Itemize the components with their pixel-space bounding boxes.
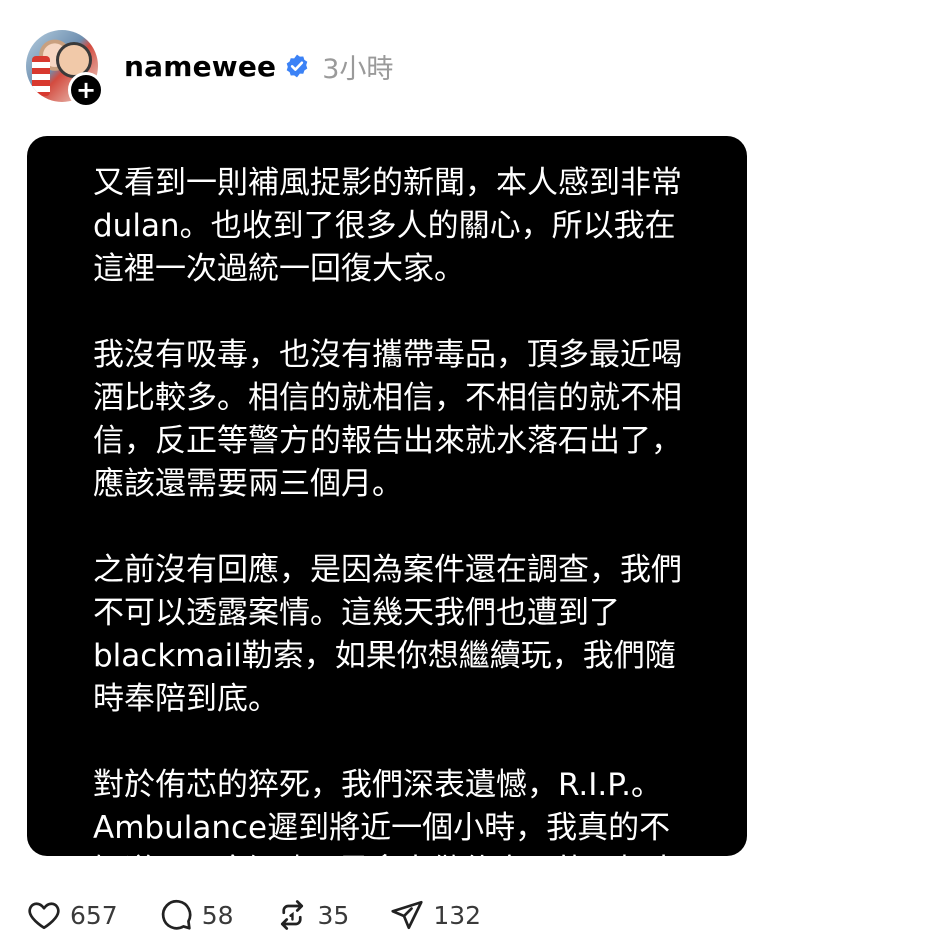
share-count: 132	[433, 900, 482, 930]
verified-badge-icon	[286, 54, 308, 78]
post-text-block: 又看到一則補風捉影的新聞，本人感到非常 dulan。也收到了很多人的關心，所以我…	[93, 162, 713, 936]
send-icon	[391, 900, 423, 930]
heart-icon	[28, 902, 60, 930]
post-image-card[interactable]: 又看到一則補風捉影的新聞，本人感到非常 dulan。也收到了很多人的關心，所以我…	[27, 136, 747, 932]
post-paragraph-2: 我沒有吸毒，也沒有攜帶毒品，頂多最近喝 酒比較多。相信的就相信，不相信的就不相 …	[93, 337, 682, 502]
like-button[interactable]: 657	[26, 897, 118, 933]
comment-count: 58	[201, 900, 234, 930]
avatar[interactable]: +	[26, 30, 104, 108]
username[interactable]: namewee	[124, 50, 276, 83]
post-action-bar: 657 58 35 132	[26, 893, 521, 937]
post-paragraph-1: 又看到一則補風捉影的新聞，本人感到非常 dulan。也收到了很多人的關心，所以我…	[93, 165, 682, 287]
post-paragraph-3: 之前沒有回應，是因為案件還在調查，我們 不可以透露案情。這幾天我們也遭到了 bl…	[93, 552, 682, 717]
avatar-stripe-decoration	[32, 56, 50, 96]
repost-count: 35	[317, 900, 350, 930]
share-button[interactable]: 132	[389, 897, 481, 933]
repost-button[interactable]: 35	[274, 897, 350, 933]
comment-button[interactable]: 58	[158, 897, 234, 933]
repost-icon	[280, 900, 303, 930]
follow-plus-icon[interactable]: +	[68, 72, 104, 108]
like-count: 657	[70, 900, 118, 930]
post-header: + namewee 3小時	[26, 28, 394, 108]
comment-icon	[161, 899, 192, 930]
post-timestamp: 3小時	[322, 53, 394, 85]
